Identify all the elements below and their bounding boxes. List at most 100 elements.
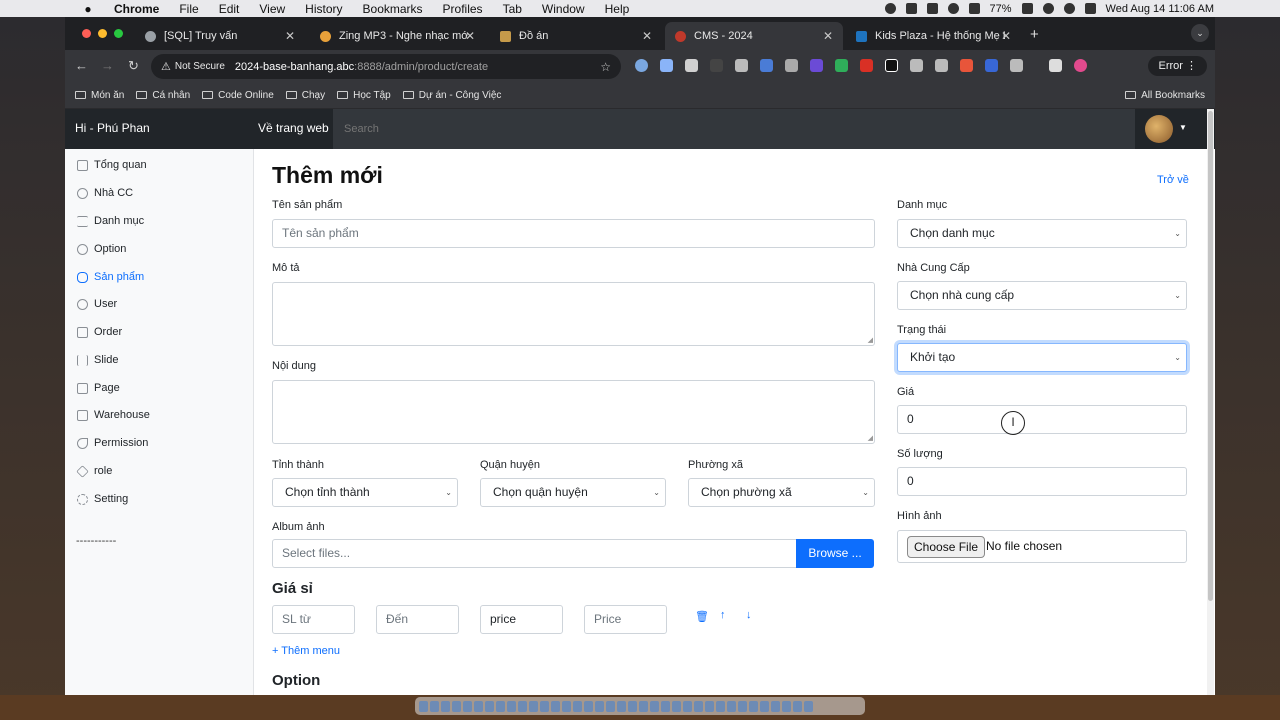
browse-button[interactable]: Browse ... xyxy=(796,539,874,568)
back-link[interactable]: Trở về xyxy=(1157,174,1189,186)
search-icon[interactable] xyxy=(1063,3,1075,14)
security-chip[interactable]: Not Secure xyxy=(175,61,225,72)
dock-app-icon[interactable] xyxy=(573,700,582,712)
scrollbar-thumb[interactable] xyxy=(1208,111,1213,601)
resize-grip-icon[interactable]: ◢ xyxy=(868,434,873,442)
wholesale-qty-from-input[interactable]: SL từ xyxy=(272,605,355,634)
arrow-down-icon[interactable]: ↓ xyxy=(746,609,752,621)
tab-cms-2024[interactable]: CMS - 2024 ✕ xyxy=(665,22,843,50)
trash-icon[interactable]: 🗑 xyxy=(695,610,709,623)
description-textarea[interactable]: ◢ xyxy=(272,282,875,346)
menu-file[interactable]: File xyxy=(179,2,198,16)
dock-app-icon[interactable] xyxy=(793,700,802,712)
dock-app-icon[interactable] xyxy=(441,700,450,712)
dock-app-icon[interactable] xyxy=(672,700,681,712)
tab-sql[interactable]: [SQL] Truy vấn ✕ xyxy=(135,22,305,50)
profile-icon[interactable] xyxy=(1074,59,1087,72)
album-file-input[interactable]: Select files... xyxy=(272,539,797,568)
apple-icon[interactable]: ● xyxy=(78,2,98,16)
dock-app-icon[interactable] xyxy=(529,700,538,712)
close-tab-icon[interactable]: ✕ xyxy=(1001,29,1011,43)
dock-app-icon[interactable] xyxy=(584,700,593,712)
quantity-input[interactable]: 0 xyxy=(897,467,1187,496)
caret-down-icon[interactable]: ▼ xyxy=(1179,123,1187,132)
bookmark-folder[interactable]: Dự án - Công Việc xyxy=(402,90,501,101)
dock-app-icon[interactable] xyxy=(496,700,505,712)
menu-help[interactable]: Help xyxy=(605,2,630,16)
arrow-up-icon[interactable]: ↑ xyxy=(720,609,726,621)
sidebar-item-user[interactable]: User xyxy=(77,298,117,310)
battery-icon[interactable] xyxy=(1021,3,1033,14)
extension-icon[interactable] xyxy=(860,59,873,72)
supplier-select[interactable]: Chọn nhà cung cấp ⌄ xyxy=(897,281,1187,310)
menu-tab[interactable]: Tab xyxy=(503,2,522,16)
dock-app-icon[interactable] xyxy=(727,700,736,712)
status-icon[interactable] xyxy=(926,3,938,14)
close-window-button[interactable] xyxy=(82,29,91,38)
bookmark-folder[interactable]: Code Online xyxy=(202,90,274,101)
choose-file-button[interactable]: Choose File xyxy=(907,536,986,558)
dock-app-icon[interactable] xyxy=(485,700,494,712)
download-icon[interactable] xyxy=(1049,59,1062,72)
sidebar-item-option[interactable]: Option xyxy=(77,243,126,255)
wifi-icon[interactable] xyxy=(1042,3,1054,14)
content-textarea[interactable]: ◢ xyxy=(272,380,875,444)
dock-app-icon[interactable] xyxy=(804,700,813,712)
extension-icon[interactable] xyxy=(760,59,773,72)
battery-percent[interactable]: 77% xyxy=(990,3,1012,15)
bookmark-folder[interactable]: Cá nhân xyxy=(136,90,190,101)
status-icon[interactable] xyxy=(968,3,980,14)
close-tab-icon[interactable]: ✕ xyxy=(465,29,475,43)
ward-select[interactable]: Chọn phường xã ⌄ xyxy=(688,478,875,507)
dock-app-icon[interactable] xyxy=(551,700,560,712)
status-icon[interactable] xyxy=(905,3,917,14)
extension-icon[interactable] xyxy=(785,59,798,72)
tab-kids-plaza[interactable]: Kids Plaza - Hệ thống Mẹ Bầ ✕ xyxy=(846,22,1021,50)
extension-icon[interactable] xyxy=(835,59,848,72)
dock-app-icon[interactable] xyxy=(661,700,670,712)
sidebar-item-san-pham[interactable]: Sản phẩm xyxy=(77,271,144,283)
tab-do-an[interactable]: Đồ án ✕ xyxy=(490,22,662,50)
dock-app-icon[interactable] xyxy=(474,700,483,712)
category-select[interactable]: Chọn danh mục ⌄ xyxy=(897,219,1187,248)
back-arrow-icon[interactable]: ← xyxy=(75,58,88,73)
dock-app-icon[interactable] xyxy=(716,700,725,712)
dock-app-icon[interactable] xyxy=(749,700,758,712)
reload-icon[interactable]: ↻ xyxy=(128,58,139,74)
back-to-site-link[interactable]: Về trang web xyxy=(258,121,329,135)
menu-profiles[interactable]: Profiles xyxy=(443,2,483,16)
bookmark-star-icon[interactable]: ☆ xyxy=(600,60,611,74)
menu-view[interactable]: View xyxy=(259,2,285,16)
menu-edit[interactable]: Edit xyxy=(219,2,240,16)
sidebar-item-tong-quan[interactable]: Tổng quan xyxy=(77,159,147,171)
menu-bookmarks[interactable]: Bookmarks xyxy=(363,2,423,16)
avatar[interactable] xyxy=(1145,115,1173,143)
extension-icon[interactable] xyxy=(885,59,898,72)
menu-window[interactable]: Window xyxy=(542,2,585,16)
new-tab-icon[interactable]: + xyxy=(1030,26,1039,43)
error-button[interactable]: Error ⋮ xyxy=(1148,56,1207,76)
sidebar-item-permission[interactable]: Permission xyxy=(77,437,148,449)
resize-grip-icon[interactable]: ◢ xyxy=(868,336,873,344)
product-name-input[interactable]: Tên sản phẩm xyxy=(272,219,875,248)
wholesale-qty-to-input[interactable]: Đến xyxy=(376,605,459,634)
navbar-brand[interactable]: Hi - Phú Phan xyxy=(75,121,150,135)
forward-arrow-icon[interactable]: → xyxy=(101,58,114,73)
status-select[interactable]: Khởi tạo ⌄ xyxy=(897,343,1187,372)
sidebar-item-setting[interactable]: Setting xyxy=(77,493,128,505)
sidebar-item-warehouse[interactable]: Warehouse xyxy=(77,409,150,421)
dock-app-icon[interactable] xyxy=(650,700,659,712)
dock-app-icon[interactable] xyxy=(771,700,780,712)
sidebar-item-nha-cc[interactable]: Nhà CC xyxy=(77,187,133,199)
price-input[interactable]: 0 xyxy=(897,405,1187,434)
menubar-clock[interactable]: Wed Aug 14 11:06 AM xyxy=(1106,3,1214,15)
dock-app-icon[interactable] xyxy=(639,700,648,712)
dock-app-icon[interactable] xyxy=(562,700,571,712)
dock-app-icon[interactable] xyxy=(430,700,439,712)
image-file-input[interactable]: Choose File No file chosen xyxy=(897,530,1187,563)
dock-app-icon[interactable] xyxy=(595,700,604,712)
page-scrollbar[interactable] xyxy=(1207,109,1214,695)
dock-app-icon[interactable] xyxy=(782,700,791,712)
extension-icon[interactable] xyxy=(635,59,648,72)
dock-app-icon[interactable] xyxy=(540,700,549,712)
